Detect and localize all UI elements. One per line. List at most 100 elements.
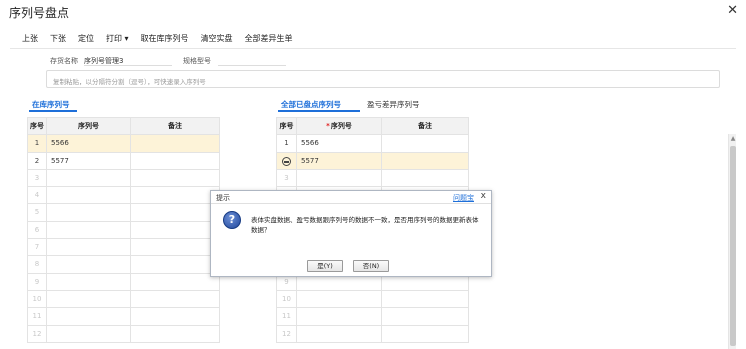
serial-cell[interactable] (47, 239, 131, 257)
tab-diff-serials[interactable]: 盈亏差异序列号 (367, 99, 420, 110)
row-number: 10 (282, 294, 291, 303)
note-cell[interactable] (131, 273, 220, 291)
table-row[interactable]: 12 (277, 325, 469, 343)
serial-cell[interactable]: 5566 (297, 135, 382, 153)
yes-button[interactable]: 是(Y) (307, 260, 343, 272)
tab-all-counted-serials[interactable]: 全部已盘点序列号 (281, 99, 341, 110)
table-row[interactable]: 9 (28, 273, 220, 291)
table-row[interactable]: 11 (277, 308, 469, 326)
prev-button[interactable]: 上张 (22, 33, 38, 44)
scroll-thumb[interactable] (730, 146, 736, 346)
row-number-cell: 10 (28, 290, 47, 309)
note-cell[interactable] (131, 152, 220, 170)
table-row[interactable]: 4 (28, 187, 220, 205)
clear-actual-button[interactable]: 清空实盘 (201, 33, 233, 44)
row-number: 8 (34, 260, 40, 269)
row-number: 12 (282, 329, 291, 338)
row-number: 11 (32, 312, 42, 321)
tab-stock-serials[interactable]: 在库序列号 (32, 99, 70, 110)
row-number: 6 (34, 225, 40, 234)
column-header-label: 备注 (418, 122, 432, 130)
serial-cell[interactable] (47, 308, 131, 326)
serial-cell[interactable] (297, 325, 382, 343)
note-cell[interactable] (131, 169, 220, 188)
column-header-no: 序号 (28, 118, 47, 136)
row-edit-icon[interactable] (282, 156, 291, 166)
table-row[interactable]: 6 (28, 221, 220, 240)
note-cell[interactable] (131, 204, 220, 222)
table-row[interactable]: 10 (277, 290, 469, 309)
serial-cell[interactable] (47, 221, 131, 240)
serial-cell[interactable]: 5577 (47, 152, 131, 170)
serial-cell[interactable] (297, 308, 382, 326)
row-number-cell: 3 (277, 169, 297, 188)
fetch-stock-serials-button[interactable]: 取在库序列号 (141, 33, 189, 44)
row-number-cell: 1 (28, 135, 47, 153)
row-number-cell: 9 (28, 273, 47, 291)
column-header-serial: 序列号 (47, 118, 131, 136)
row-number-cell: 7 (28, 239, 47, 257)
column-header-label: 序列号 (330, 122, 352, 130)
toolbar: 上张 下张 定位 打印 ▾ 取在库序列号 清空实盘 全部差异生单 (22, 33, 305, 44)
note-cell[interactable] (131, 221, 220, 240)
serial-cell[interactable] (47, 290, 131, 309)
dialog-close-icon[interactable]: x (481, 191, 486, 201)
column-header-label: 序号 (30, 122, 44, 130)
table-row[interactable]: 2 5577 (28, 152, 220, 170)
row-number-cell: 11 (277, 308, 297, 326)
scroll-up-arrow-icon[interactable]: ▲ (729, 135, 737, 142)
serial-cell[interactable] (47, 169, 131, 188)
table-row[interactable]: 11 (28, 308, 220, 326)
row-number-cell: 1 (277, 135, 297, 153)
table-row[interactable]: 10 (28, 290, 220, 309)
table-row[interactable]: 7 (28, 239, 220, 257)
locate-button[interactable]: 定位 (78, 33, 94, 44)
no-button[interactable]: 否(N) (353, 260, 389, 272)
row-number: 7 (34, 243, 40, 252)
row-number: 10 (32, 294, 42, 303)
serial-cell[interactable] (297, 169, 382, 188)
note-cell[interactable] (131, 187, 220, 205)
note-cell[interactable] (131, 256, 220, 274)
vertical-scrollbar[interactable]: ▲ (728, 134, 736, 349)
note-cell[interactable] (131, 239, 220, 257)
close-icon[interactable]: ✕ (727, 3, 738, 18)
stock-serial-table: 序号 序列号 备注 1 5566 2 5577 3 4 5 6 7 8 9 10 11 12 (27, 117, 220, 343)
row-number: 9 (284, 277, 289, 286)
note-cell[interactable] (131, 325, 220, 343)
note-cell[interactable] (131, 308, 220, 326)
serial-cell[interactable] (47, 273, 131, 291)
serial-cell[interactable] (47, 256, 131, 274)
note-cell[interactable] (382, 290, 469, 309)
dialog-help-link[interactable]: 问题宝 (453, 193, 474, 203)
table-row[interactable]: 12 (28, 325, 220, 343)
table-row[interactable]: 5577 (277, 152, 469, 170)
note-cell[interactable] (131, 290, 220, 309)
generate-diff-orders-button[interactable]: 全部差异生单 (245, 33, 293, 44)
column-header-label: 序号 (279, 122, 294, 130)
table-row[interactable]: 1 5566 (277, 135, 469, 153)
serial-cell[interactable] (47, 204, 131, 222)
serial-cell[interactable] (47, 325, 131, 343)
note-cell[interactable] (382, 325, 469, 343)
table-row[interactable]: 5 (28, 204, 220, 222)
table-row[interactable]: 3 (277, 169, 469, 188)
row-number: 9 (34, 277, 40, 286)
table-row[interactable]: 1 5566 (28, 135, 220, 153)
serial-cell[interactable] (47, 187, 131, 205)
note-cell[interactable] (382, 308, 469, 326)
note-cell[interactable] (382, 169, 469, 188)
row-number: 12 (32, 329, 42, 338)
serial-cell[interactable] (297, 290, 382, 309)
note-cell[interactable] (382, 135, 469, 153)
table-row[interactable]: 3 (28, 169, 220, 188)
serial-cell[interactable]: 5566 (47, 135, 131, 153)
serial-cell[interactable]: 5577 (297, 152, 382, 170)
note-cell[interactable] (382, 152, 469, 170)
table-row[interactable]: 8 (28, 256, 220, 274)
note-cell[interactable] (131, 135, 220, 153)
row-number: 1 (284, 139, 289, 148)
next-button[interactable]: 下张 (50, 33, 66, 44)
serial-paste-input[interactable]: 复制粘贴，以分隔符分割（逗号），可快速录入序列号 (46, 70, 720, 88)
print-dropdown[interactable]: 打印 ▾ (106, 33, 129, 44)
